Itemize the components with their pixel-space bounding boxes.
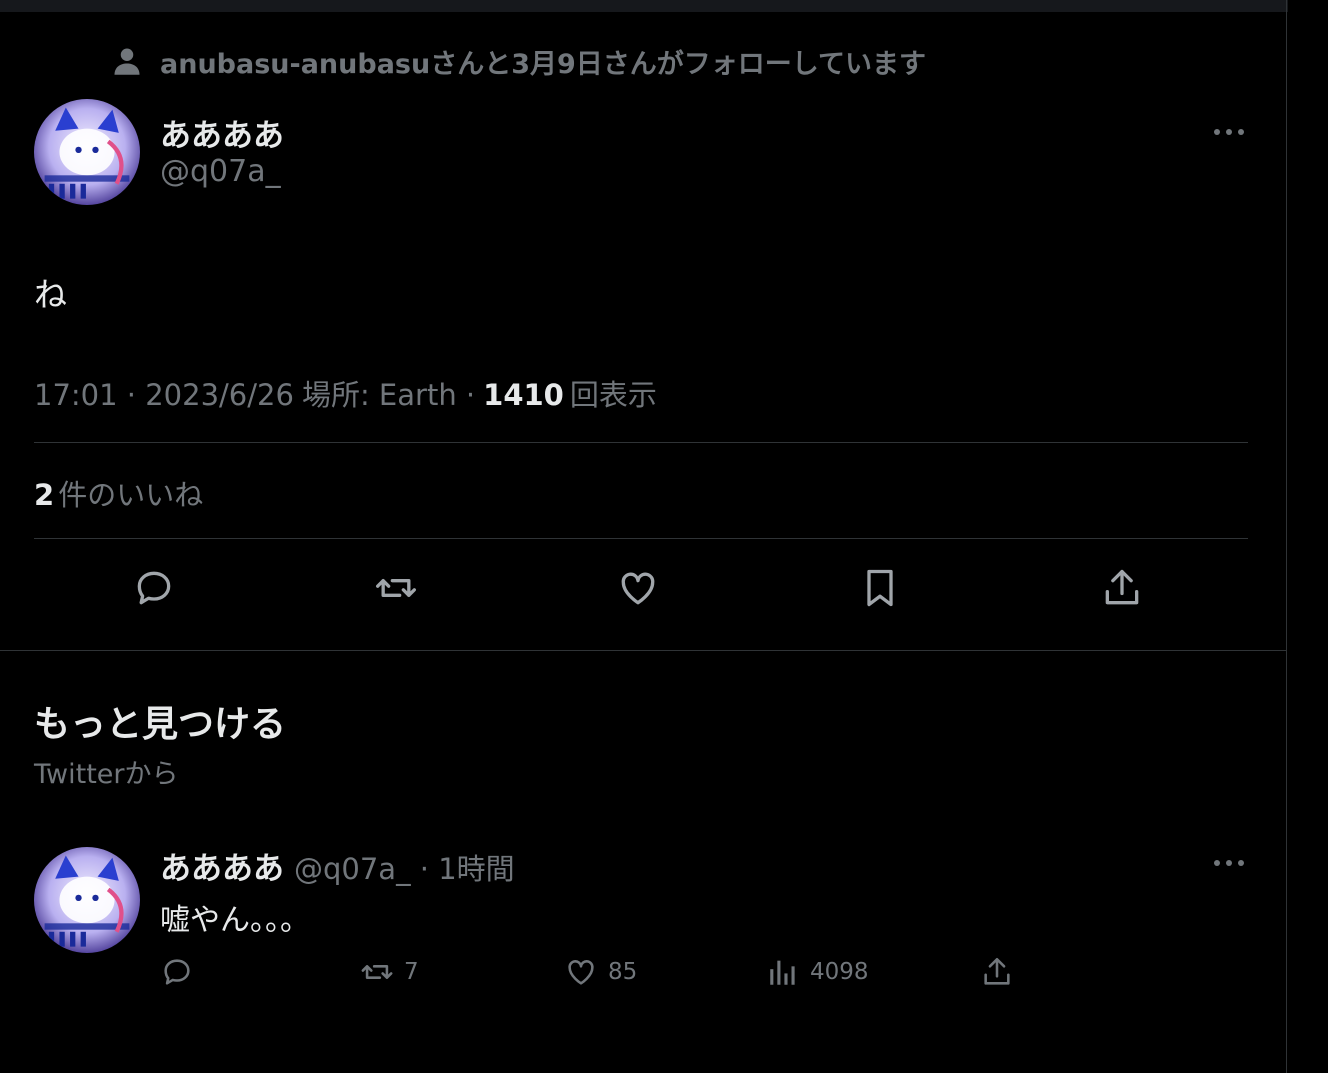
avatar-image <box>34 847 140 953</box>
like-icon <box>568 960 594 985</box>
retweet-count: 7 <box>404 959 419 985</box>
share-icon <box>984 957 1010 985</box>
bookmark-icon[interactable] <box>858 566 902 610</box>
retweet-icon[interactable] <box>374 566 418 610</box>
location: 場所: Earth · <box>301 378 476 412</box>
tweet-text: ね <box>34 275 67 314</box>
avatar[interactable] <box>34 99 140 205</box>
display-name[interactable]: ああああ <box>160 843 284 888</box>
handle[interactable]: @q07a_ <box>160 154 281 189</box>
top-bar <box>0 0 1288 12</box>
reply-button[interactable] <box>160 955 194 989</box>
reply-icon[interactable] <box>132 566 176 610</box>
share-button[interactable] <box>980 955 1014 989</box>
views-count: 1410 <box>483 378 564 412</box>
retweet-button[interactable]: 7 <box>360 955 419 989</box>
display-name[interactable]: ああああ <box>160 110 284 155</box>
likes-label: 件のいいね <box>58 478 204 512</box>
like-button[interactable]: 85 <box>564 955 637 989</box>
related-tweet-text: 嘘やん。。。 <box>160 903 310 938</box>
tweet-meta: 17:01 · 2023/6/26 場所: Earth · 1410 回表示 <box>34 372 657 414</box>
person-icon <box>114 48 140 75</box>
discover-subtitle: Twitterから <box>34 759 179 790</box>
likes-count: 2 <box>34 478 55 512</box>
views-label: 回表示 <box>569 378 657 412</box>
likes-summary[interactable]: 2 件のいいね <box>34 472 203 514</box>
reply-icon <box>164 959 190 985</box>
discover-title: もっと見つける <box>34 704 287 745</box>
handle-time[interactable]: @q07a_ · 1時間 <box>294 846 515 888</box>
avatar-image <box>34 99 140 205</box>
social-context-text: anubasu-anubasuさんと3月9日さんがフォローしています <box>160 48 926 80</box>
like-count: 85 <box>608 959 638 985</box>
share-icon[interactable] <box>1100 566 1144 610</box>
divider <box>34 538 1248 539</box>
divider <box>34 442 1248 443</box>
column-border <box>1286 0 1287 1073</box>
views-icon <box>770 960 795 985</box>
related-tweet-header: ああああ @q07a_ · 1時間 <box>160 843 515 888</box>
more-icon[interactable] <box>1209 853 1249 873</box>
section-divider <box>0 650 1287 651</box>
retweet-icon <box>361 965 393 979</box>
like-icon[interactable] <box>616 566 660 610</box>
avatar[interactable] <box>34 847 140 953</box>
views-button[interactable]: 4098 <box>766 955 869 989</box>
social-context[interactable]: anubasu-anubasuさんと3月9日さんがフォローしています <box>112 42 926 80</box>
views-count: 4098 <box>810 959 869 985</box>
timestamp[interactable]: 17:01 · 2023/6/26 <box>34 378 294 412</box>
more-icon[interactable] <box>1209 122 1249 142</box>
